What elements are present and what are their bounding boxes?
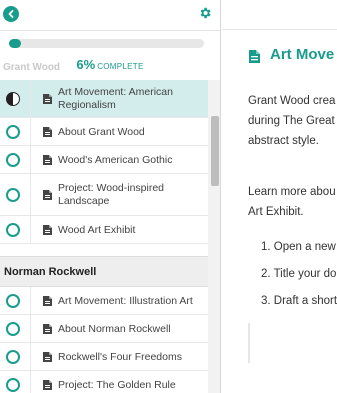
document-icon bbox=[43, 93, 52, 104]
lesson-label: Wood's American Gothic bbox=[58, 153, 173, 166]
lesson-content: Art Move Grant Wood crea during The Grea… bbox=[222, 0, 337, 393]
step-item: 3. Draft a short bbox=[261, 295, 337, 307]
lesson-label: Project: The Golden Rule bbox=[58, 378, 176, 391]
document-icon bbox=[43, 379, 52, 390]
lesson-label: About Norman Rockwell bbox=[58, 322, 171, 335]
progress-fill bbox=[9, 39, 21, 48]
text-line: Learn more abou bbox=[248, 186, 336, 198]
document-icon bbox=[249, 50, 260, 63]
empty-circle-status-icon bbox=[6, 293, 20, 308]
row-divider bbox=[30, 118, 31, 145]
course-sidebar: 6% COMPLETE Grant Wood Art Movement: Amer… bbox=[0, 0, 221, 393]
lesson-label: Wood Art Exhibit bbox=[58, 223, 136, 236]
empty-circle-status-icon bbox=[6, 187, 20, 202]
text-line: Grant Wood crea bbox=[248, 95, 336, 107]
document-icon bbox=[43, 189, 52, 200]
row-divider bbox=[30, 287, 31, 314]
row-divider bbox=[30, 343, 31, 370]
lesson-item-american-gothic[interactable]: Wood's American Gothic bbox=[0, 146, 208, 174]
empty-circle-status-icon bbox=[6, 152, 20, 167]
lesson-paragraph-2: Learn more abou Art Exhibit. bbox=[248, 182, 336, 222]
text-line: during The Great bbox=[248, 115, 335, 127]
document-icon bbox=[43, 323, 52, 334]
lesson-label: About Grant Wood bbox=[58, 125, 145, 138]
chevron-left-icon bbox=[8, 10, 14, 18]
previous-section-label: Grant Wood bbox=[3, 62, 61, 73]
lesson-label: Art Movement: Illustration Art bbox=[58, 294, 193, 307]
document-icon bbox=[43, 351, 52, 362]
document-icon bbox=[43, 224, 52, 235]
lesson-item-illustration-art[interactable]: Art Movement: Illustration Art bbox=[0, 287, 208, 315]
lesson-paragraph-1: Grant Wood crea during The Great abstrac… bbox=[248, 91, 335, 151]
lesson-label: Project: Wood-inspired Landscape bbox=[58, 182, 165, 207]
empty-circle-status-icon bbox=[6, 377, 20, 392]
empty-circle-status-icon bbox=[6, 124, 20, 139]
lesson-label: Art Movement: American Regionalism bbox=[58, 86, 173, 111]
section-title: Norman Rockwell bbox=[4, 265, 97, 278]
content-top-bar bbox=[222, 0, 337, 30]
text-line: Art Exhibit. bbox=[248, 206, 304, 218]
document-icon bbox=[43, 154, 52, 165]
lesson-label: Rockwell's Four Freedoms bbox=[58, 350, 182, 363]
half-circle-status-icon bbox=[6, 91, 20, 106]
progress-label: COMPLETE bbox=[97, 62, 144, 71]
back-button[interactable] bbox=[3, 6, 19, 22]
lesson-item-about-norman-rockwell[interactable]: About Norman Rockwell bbox=[0, 315, 208, 343]
steps-list: 1. Open a new 2. Title your do 3. Draft … bbox=[261, 234, 337, 315]
sidebar-header bbox=[0, 0, 220, 30]
row-divider bbox=[30, 174, 31, 215]
empty-circle-status-icon bbox=[6, 321, 20, 336]
empty-circle-status-icon bbox=[6, 222, 20, 237]
lesson-list: Art Movement: American Regionalism About… bbox=[0, 80, 208, 393]
empty-circle-status-icon bbox=[6, 349, 20, 364]
step-item: 2. Title your do bbox=[261, 268, 337, 280]
sidebar-scrollbar-thumb[interactable] bbox=[211, 116, 219, 186]
step-item: 1. Open a new bbox=[261, 241, 336, 253]
document-icon bbox=[43, 295, 52, 306]
row-divider bbox=[30, 315, 31, 342]
section-header-norman-rockwell[interactable]: Norman Rockwell bbox=[0, 256, 208, 287]
lesson-item-american-regionalism[interactable]: Art Movement: American Regionalism bbox=[0, 80, 208, 118]
text-line: abstract style. bbox=[248, 135, 319, 147]
lesson-item-about-grant-wood[interactable]: About Grant Wood bbox=[0, 118, 208, 146]
progress-percent: 6% bbox=[76, 57, 96, 72]
row-divider bbox=[30, 216, 31, 243]
row-divider bbox=[30, 371, 31, 393]
lesson-item-wood-landscape-project[interactable]: Project: Wood-inspired Landscape bbox=[0, 174, 208, 216]
document-icon bbox=[43, 126, 52, 137]
row-divider bbox=[30, 146, 31, 173]
quote-bar bbox=[248, 323, 250, 363]
lesson-title: Art Move bbox=[270, 46, 335, 63]
lesson-item-four-freedoms[interactable]: Rockwell's Four Freedoms bbox=[0, 343, 208, 371]
progress-bar bbox=[9, 39, 204, 48]
gear-icon bbox=[200, 7, 211, 19]
settings-button[interactable] bbox=[196, 4, 214, 22]
lesson-item-golden-rule-project[interactable]: Project: The Golden Rule bbox=[0, 371, 208, 393]
row-divider bbox=[30, 80, 31, 117]
lesson-item-wood-art-exhibit[interactable]: Wood Art Exhibit bbox=[0, 216, 208, 244]
